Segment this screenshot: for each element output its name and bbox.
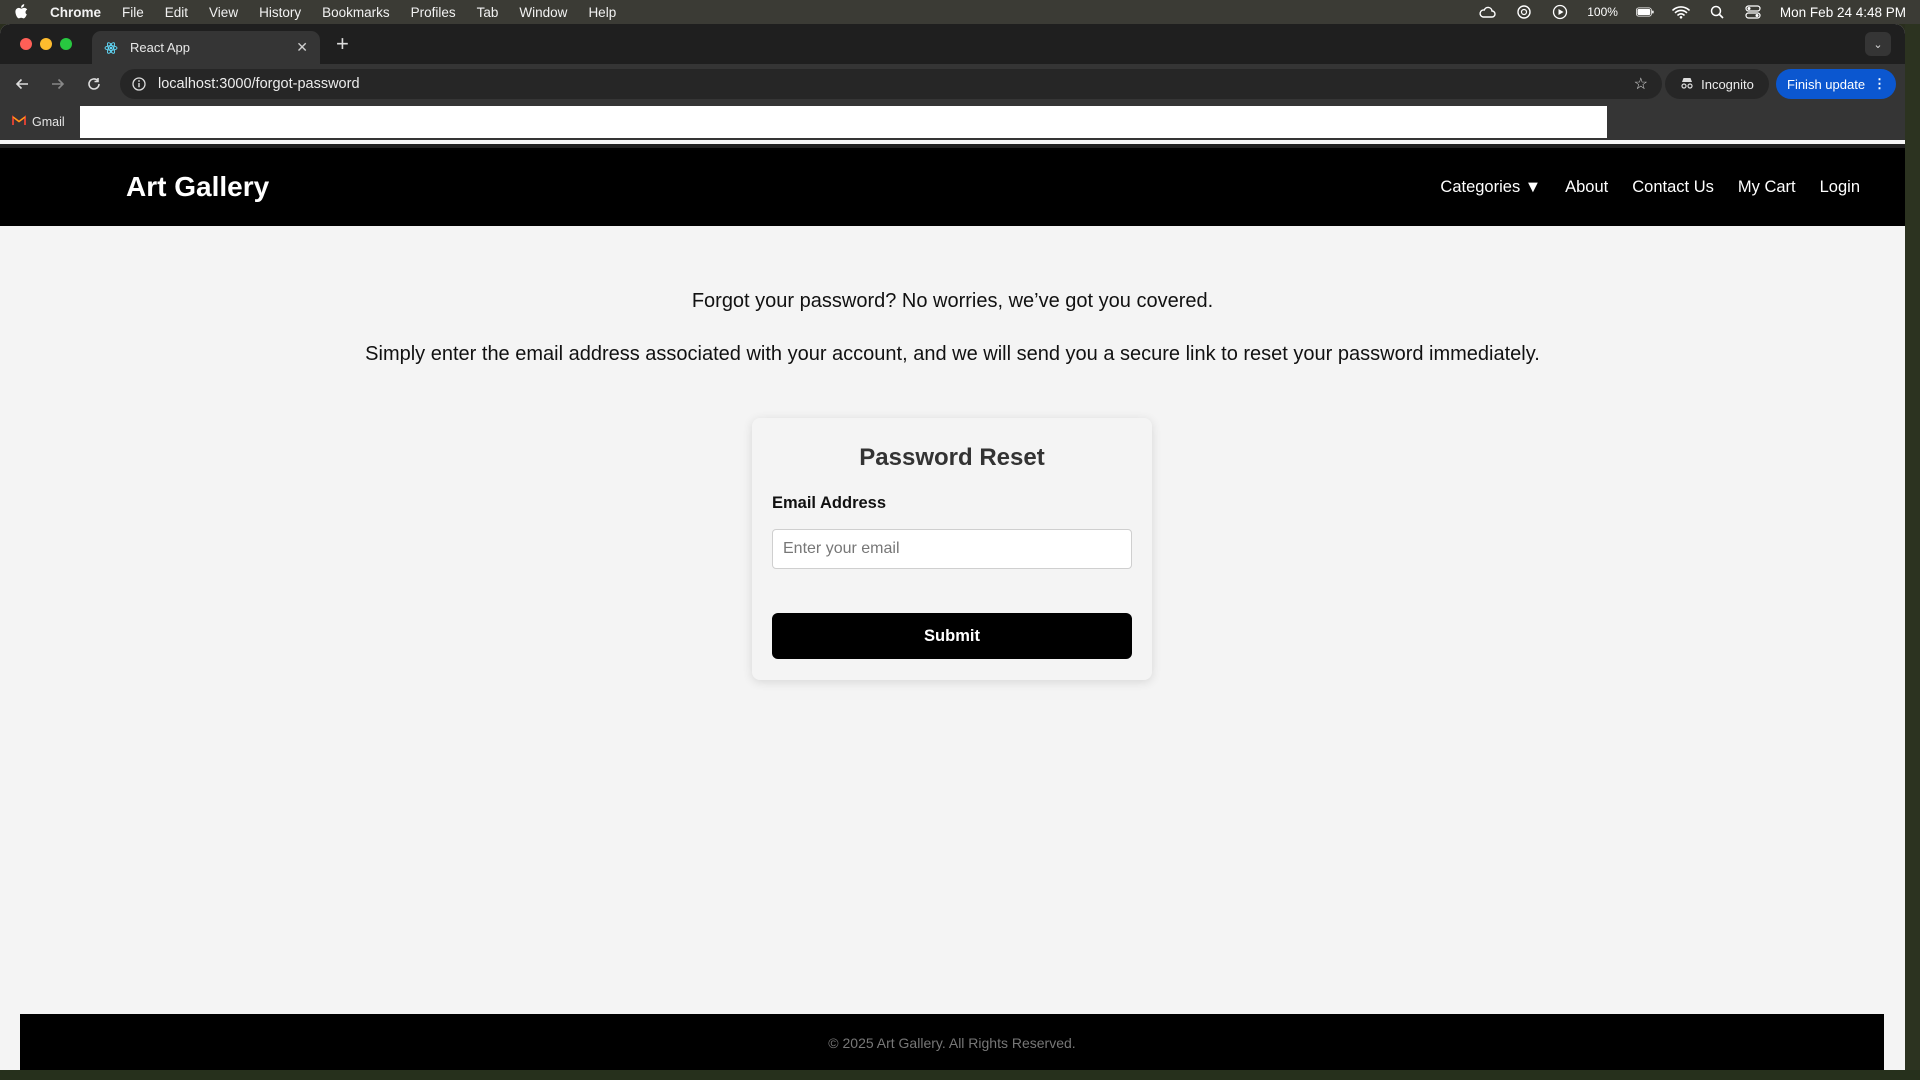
incognito-label: Incognito: [1701, 76, 1754, 92]
finish-update-label: Finish update: [1787, 76, 1866, 92]
reload-icon[interactable]: [84, 74, 104, 94]
nav-about[interactable]: About: [1565, 178, 1608, 197]
submit-button[interactable]: Submit: [772, 613, 1132, 659]
tab-react-app[interactable]: React App ✕: [92, 31, 320, 64]
browser-window: React App ✕ + ⌄ localhost:3000/forgot-pa…: [0, 24, 1905, 1070]
site-info-icon[interactable]: [132, 76, 148, 92]
battery-percent: 100%: [1587, 5, 1618, 19]
spotlight-search-icon[interactable]: [1708, 4, 1726, 20]
bookmark-gmail[interactable]: Gmail: [12, 115, 65, 129]
desktop-background: [1905, 24, 1920, 1070]
close-tab-icon[interactable]: ✕: [296, 39, 308, 56]
incognito-icon: [1680, 77, 1694, 92]
cloud-icon[interactable]: [1479, 4, 1497, 20]
menu-view[interactable]: View: [209, 5, 238, 20]
menu-profiles[interactable]: Profiles: [411, 5, 456, 20]
nav-contact-us[interactable]: Contact Us: [1632, 178, 1714, 197]
control-center-icon[interactable]: [1744, 4, 1762, 20]
card-title: Password Reset: [859, 444, 1045, 471]
password-reset-card: Password Reset Email Address Submit: [752, 418, 1152, 680]
window-controls: [20, 38, 72, 50]
maximize-window-button[interactable]: [60, 38, 72, 50]
nav-categories[interactable]: Categories ▼: [1440, 178, 1541, 197]
openai-icon[interactable]: [1515, 4, 1533, 20]
bookmarks-bar: Gmail: [0, 104, 1905, 140]
bookmark-gmail-label: Gmail: [32, 115, 65, 129]
nav-login[interactable]: Login: [1820, 178, 1860, 197]
menu-edit[interactable]: Edit: [165, 5, 188, 20]
menu-tab[interactable]: Tab: [477, 5, 499, 20]
menu-chrome[interactable]: Chrome: [50, 5, 101, 20]
address-bar[interactable]: localhost:3000/forgot-password ☆: [120, 69, 1662, 99]
macos-menu-bar: Chrome File Edit View History Bookmarks …: [0, 0, 1920, 24]
intro-heading: Forgot your password? No worries, we’ve …: [691, 290, 1214, 312]
tab-title: React App: [130, 40, 190, 55]
forgot-password-main: Forgot your password? No worries, we’ve …: [0, 290, 1905, 366]
nav-my-cart[interactable]: My Cart: [1738, 178, 1796, 197]
play-icon[interactable]: [1551, 4, 1569, 20]
gmail-icon: [12, 115, 26, 129]
site-brand[interactable]: Art Gallery: [126, 171, 269, 203]
new-tab-icon[interactable]: +: [336, 32, 349, 56]
finish-update-button[interactable]: Finish update ⋮: [1776, 69, 1896, 99]
minimize-window-button[interactable]: [40, 38, 52, 50]
site-navbar: Art Gallery Categories ▼ About Contact U…: [0, 144, 1905, 226]
back-arrow-icon[interactable]: [12, 74, 32, 94]
bookmark-star-icon[interactable]: ☆: [1634, 74, 1648, 94]
url-text[interactable]: localhost:3000/forgot-password: [158, 76, 360, 92]
forward-arrow-icon[interactable]: [48, 74, 68, 94]
menu-bookmarks[interactable]: Bookmarks: [322, 5, 390, 20]
battery-icon[interactable]: [1635, 4, 1654, 20]
site-nav-links: Categories ▼ About Contact Us My Cart Lo…: [1440, 178, 1860, 197]
close-window-button[interactable]: [20, 38, 32, 50]
apple-icon[interactable]: [14, 4, 30, 20]
menu-help[interactable]: Help: [588, 5, 616, 20]
email-input[interactable]: [772, 529, 1132, 569]
site-footer: © 2025 Art Gallery. All Rights Reserved.: [20, 1014, 1884, 1070]
web-page: Art Gallery Categories ▼ About Contact U…: [0, 144, 1905, 1070]
browser-toolbar: localhost:3000/forgot-password ☆ Incogni…: [0, 64, 1905, 104]
menu-history[interactable]: History: [259, 5, 301, 20]
more-vertical-icon[interactable]: ⋮: [1873, 76, 1886, 92]
tab-strip: React App ✕ + ⌄: [0, 24, 1905, 64]
tab-search-chevron-icon[interactable]: ⌄: [1865, 32, 1891, 56]
bookmark-bar-blank-area: [80, 106, 1607, 138]
menu-file[interactable]: File: [122, 5, 144, 20]
footer-copyright: © 2025 Art Gallery. All Rights Reserved.: [828, 1035, 1076, 1051]
incognito-badge[interactable]: Incognito: [1665, 69, 1769, 99]
desktop-bottom-strip: [0, 1070, 1920, 1080]
menu-window[interactable]: Window: [519, 5, 567, 20]
wifi-icon[interactable]: [1672, 4, 1690, 20]
intro-description: Simply enter the email address associate…: [365, 343, 1540, 365]
react-icon: [104, 40, 120, 56]
email-label: Email Address: [772, 494, 887, 512]
menubar-clock[interactable]: Mon Feb 24 4:48 PM: [1780, 5, 1906, 20]
